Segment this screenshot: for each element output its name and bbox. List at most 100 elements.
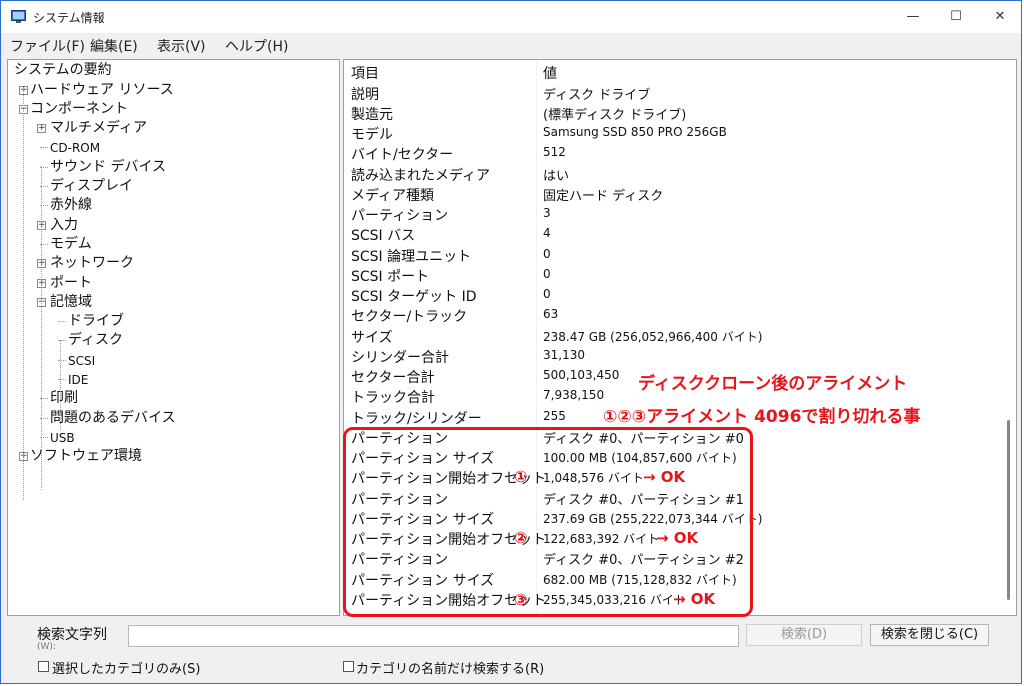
selected-category-only-label[interactable]: 選択したカテゴリのみ(S) [52,658,200,677]
list-row[interactable]: 製造元 (標準ディスク ドライブ) [344,104,994,124]
tree-item[interactable]: SCSI [68,352,95,370]
category-names-only-label[interactable]: カテゴリの名前だけ検索する(R) [356,658,544,677]
row-value: (標準ディスク ドライブ) [543,108,687,123]
menu-file[interactable]: ファイル(F) [10,36,85,56]
list-row[interactable]: シリンダー合計 31,130 [344,347,994,367]
header-item[interactable]: 項目 [351,63,379,83]
row-item: トラック合計 [351,390,435,406]
tree-item[interactable]: 赤外線 [50,196,92,214]
row-value: 0 [543,267,551,281]
list-row[interactable]: パーティション 3 [344,205,994,225]
search-button[interactable]: 検索(D) [746,624,862,646]
row-value: 7,938,150 [543,388,605,402]
row-item: シリンダー合計 [351,350,449,366]
tree-item[interactable]: ディスク [68,331,123,349]
tree-item[interactable]: コンポーネント [30,100,128,118]
list-row[interactable]: メディア種類 固定ハード ディスク [344,185,994,205]
selected-category-only-checkbox[interactable] [38,661,49,672]
search-input[interactable] [128,625,739,647]
tree-item[interactable]: モデム [50,235,92,253]
vertical-scrollbar[interactable] [1002,60,1016,615]
tree-item[interactable]: IDE [68,371,88,389]
row-item: サイズ [351,330,393,346]
annotation-mark-2: ② [514,528,528,547]
list-row[interactable]: SCSI バス 4 [344,225,994,245]
row-item: セクター/トラック [351,309,468,325]
list-row[interactable]: 読み込まれたメディア はい [344,165,994,185]
row-value: 3 [543,206,551,220]
row-item: セクター合計 [351,370,435,386]
header-value[interactable]: 値 [543,63,557,83]
minimize-button[interactable]: — [890,1,936,33]
search-label-shortcut: (W): [37,642,56,652]
annotation-ok-3: → OK [673,590,716,608]
tree-connector [60,340,61,430]
list-row[interactable]: バイト/セクター 512 [344,144,994,164]
tree-connector [23,88,24,500]
row-value: ディスク ドライブ [543,88,651,103]
list-row[interactable]: モデル Samsung SSD 850 PRO 256GB [344,124,994,144]
row-item: 読み込まれたメディア [351,168,491,184]
menu-view[interactable]: 表示(V) [157,36,206,56]
row-value: 0 [543,287,551,301]
list-row[interactable]: SCSI 論理ユニット 0 [344,246,994,266]
annotation-title: ディスククローン後のアライメント [638,374,908,394]
menu-help[interactable]: ヘルプ(H) [225,36,288,56]
list-row[interactable]: 説明 ディスク ドライブ [344,84,994,104]
tree-connector [40,147,48,148]
list-row[interactable]: セクター/トラック 63 [344,306,994,326]
row-value: 固定ハード ディスク [543,189,664,204]
close-search-button[interactable]: 検索を閉じる(C) [870,624,989,646]
row-item: モデル [351,127,393,143]
tree-item[interactable]: マルチメディア [50,119,147,137]
row-value: Samsung SSD 850 PRO 256GB [543,125,727,139]
row-value: 0 [543,247,551,261]
tree-item-system-summary[interactable]: システムの要約 [14,61,112,79]
window-title: システム情報 [33,11,105,25]
search-label: 検索文字列 [37,627,107,643]
row-value: 500,103,450 [543,368,620,382]
tree-connector [41,166,42,490]
tree-item[interactable]: 入力 [50,216,78,234]
row-value: 255 [543,409,566,423]
tree-item[interactable]: ディスプレイ [50,177,133,195]
row-item: 製造元 [351,107,393,123]
tree-item[interactable]: ポート [50,274,92,292]
tree-item[interactable]: USB [50,429,75,447]
menu-bar: ファイル(F) 編集(E) 表示(V) ヘルプ(H) [1,33,1021,57]
tree-item[interactable]: ネットワーク [50,254,134,272]
expand-icon[interactable]: + [37,124,46,133]
annotation-subtitle: ①②③アライメント 4096で割り切れる事 [603,407,921,427]
list-header-row: 項目 値 [344,63,994,83]
tree-item[interactable]: ハードウェア リソース [30,81,174,99]
annotation-ok-2: → OK [656,529,699,547]
tree-item[interactable]: サウンド デバイス [50,158,166,176]
tree-item[interactable]: 問題のあるデバイス [50,409,176,427]
row-item: SCSI バス [351,228,416,244]
list-row[interactable]: SCSI ターゲット ID 0 [344,286,994,306]
tree-item[interactable]: ソフトウェア環境 [30,447,142,465]
row-value: 238.47 GB (256,052,966,400 バイト) [543,330,763,344]
title-bar: システム情報 — ☐ ✕ [1,1,1021,33]
tree-item[interactable]: 記憶域 [50,293,92,311]
system-info-window: システム情報 — ☐ ✕ ファイル(F) 編集(E) 表示(V) ヘルプ(H) … [0,0,1022,684]
category-names-only-checkbox[interactable] [343,661,354,672]
row-value: 512 [543,145,566,159]
row-value: はい [543,169,570,184]
scrollbar-thumb[interactable] [1007,420,1010,600]
system-info-app-icon [11,10,26,23]
row-item: SCSI ポート [351,269,430,285]
tree-item[interactable]: ドライブ [68,312,124,330]
category-tree[interactable]: システムの要約 ハードウェア リソース + コンポーネント − マルチメディア + CD-R… [7,59,340,616]
tree-item[interactable]: 印刷 [50,389,78,407]
tree-connector [58,321,66,322]
row-value: 31,130 [543,348,585,362]
menu-edit[interactable]: 編集(E) [90,36,138,56]
close-button[interactable]: ✕ [977,1,1023,33]
list-row[interactable]: サイズ 238.47 GB (256,052,966,400 バイト) [344,327,994,347]
maximize-button[interactable]: ☐ [933,1,979,33]
row-item: メディア種類 [351,188,435,204]
tree-item[interactable]: CD-ROM [50,139,100,157]
list-row[interactable]: SCSI ポート 0 [344,266,994,286]
annotation-ok-1: → OK [643,468,686,486]
